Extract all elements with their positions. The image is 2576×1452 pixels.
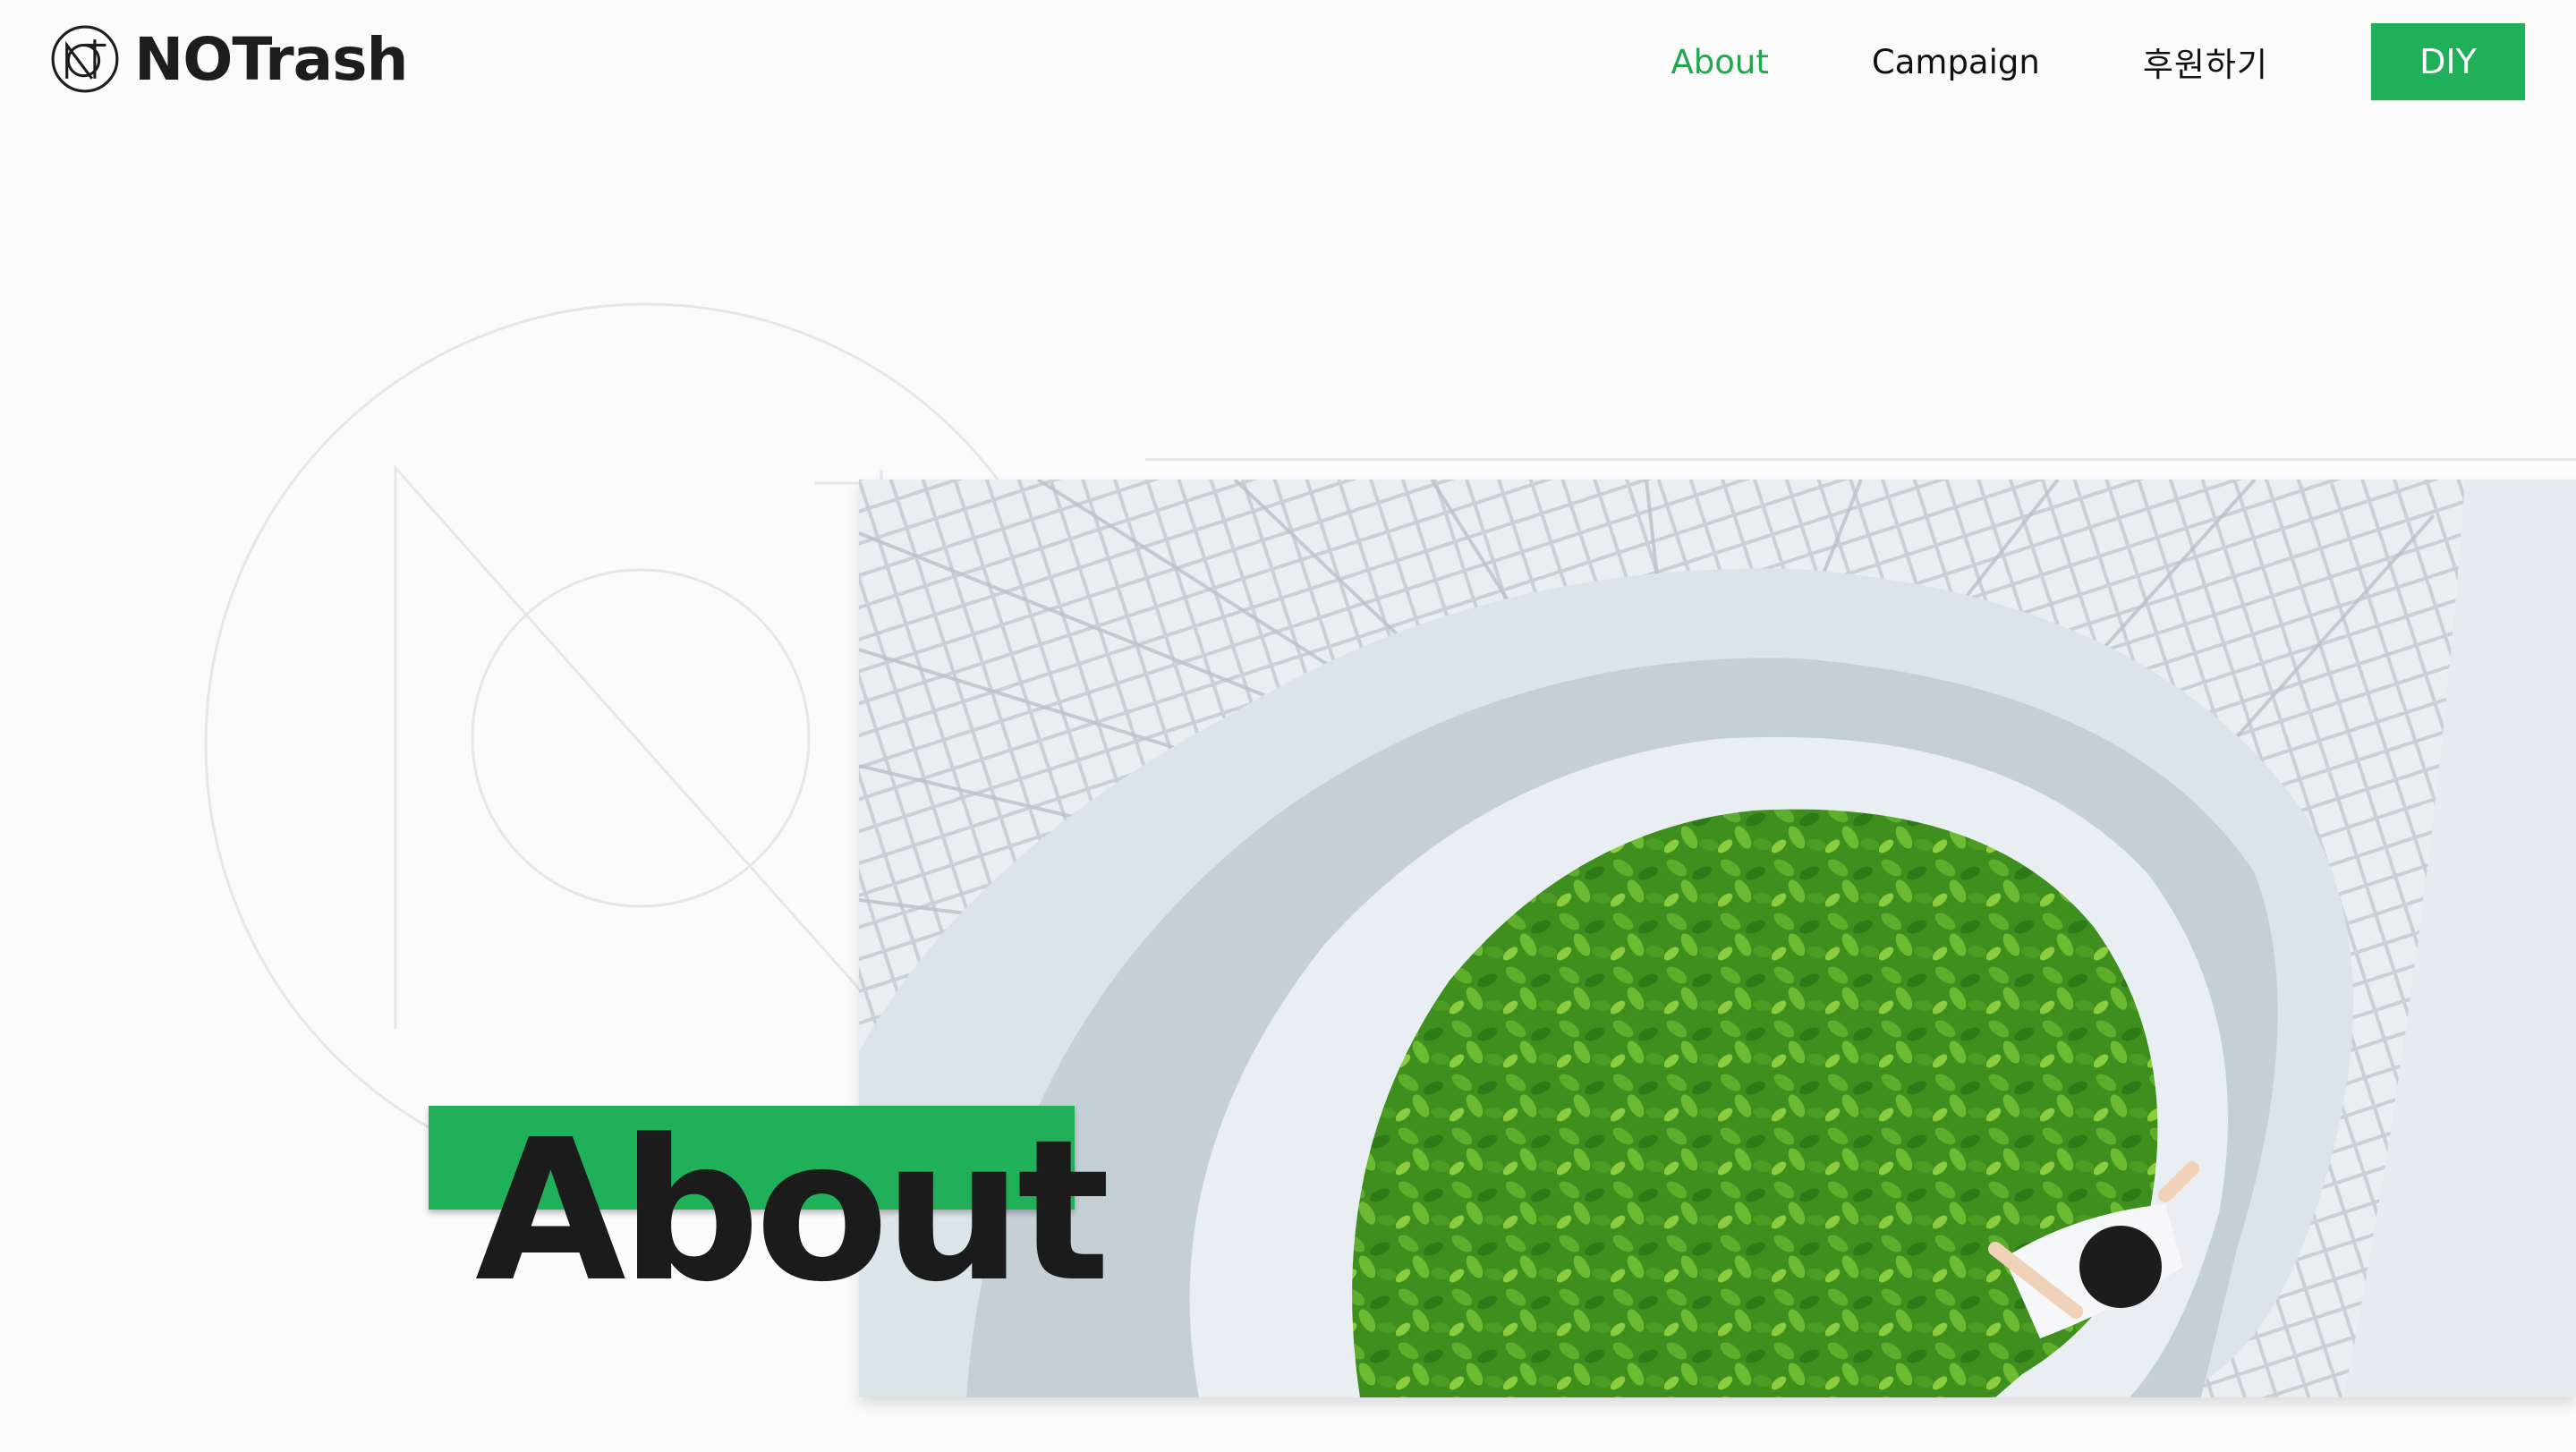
main-nav: About Campaign 후원하기 DIY bbox=[1671, 23, 2525, 100]
staircase-plants-illustration bbox=[859, 480, 2576, 1397]
site-header: NOTrash About Campaign 후원하기 DIY bbox=[0, 0, 2576, 125]
nav-item-about[interactable]: About bbox=[1671, 43, 1768, 81]
brand-name: NOTrash bbox=[134, 24, 408, 94]
hero-title-block: About bbox=[429, 984, 1110, 1310]
hero-image bbox=[859, 480, 2576, 1397]
diy-button[interactable]: DIY bbox=[2371, 23, 2525, 100]
notrash-logo-icon bbox=[51, 25, 119, 93]
nav-item-campaign[interactable]: Campaign bbox=[1872, 43, 2040, 81]
nav-item-donate[interactable]: 후원하기 bbox=[2143, 38, 2268, 86]
page-title: About bbox=[475, 1099, 1110, 1326]
brand-logo-link[interactable]: NOTrash bbox=[50, 21, 408, 97]
decorative-rule bbox=[1145, 458, 2576, 461]
